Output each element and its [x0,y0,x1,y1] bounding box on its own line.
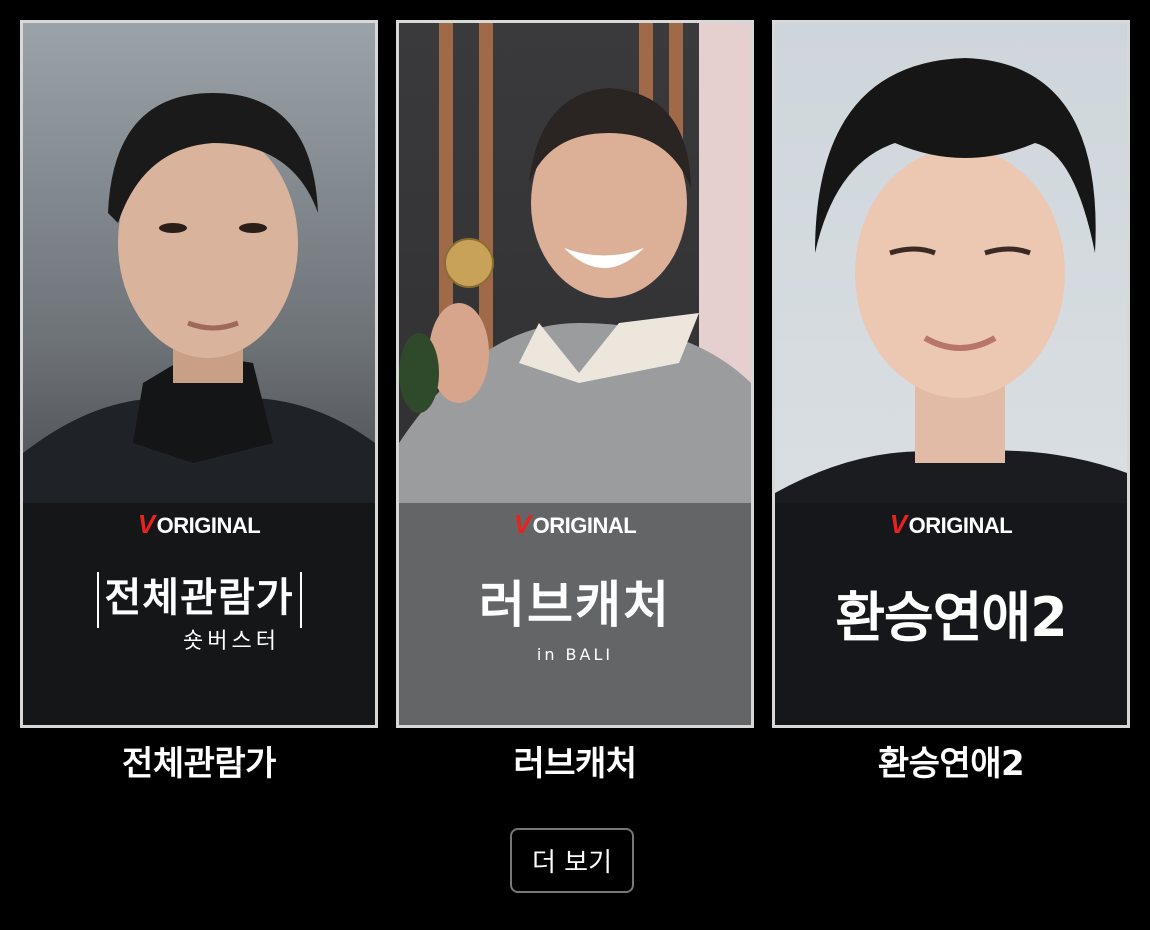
brand-v-icon: V [513,509,531,539]
program-logo: 환승연애2 [835,586,1067,649]
program-card-3[interactable]: VORIGINAL 환승연애2 환승연애2 [772,20,1130,784]
brand-v-icon: V [889,509,907,539]
program-title[interactable]: 러브캐처 [513,744,637,784]
poster-image[interactable]: VORIGINAL 전체관람가 숏버스터 [20,20,378,728]
original-badge: VORIGINAL [137,509,261,539]
program-title[interactable]: 환승연애2 [878,744,1025,784]
see-more-button[interactable]: 더 보기 [510,828,634,893]
program-grid: VORIGINAL 전체관람가 숏버스터 전체관람가 VORIGINAL 러브캐… [20,20,1130,784]
program-card-2[interactable]: VORIGINAL 러브캐처 in BALI 러브캐처 [396,20,754,784]
poster-image[interactable]: VORIGINAL 러브캐처 in BALI [396,20,754,728]
poster-image[interactable]: VORIGINAL 환승연애2 [772,20,1130,728]
program-card-1[interactable]: VORIGINAL 전체관람가 숏버스터 전체관람가 [20,20,378,784]
program-logo-subtitle: 숏버스터 [183,629,280,654]
program-logo: 러브캐처 [479,576,671,634]
original-badge: VORIGINAL [889,509,1013,539]
original-badge: VORIGINAL [513,509,637,539]
program-logo-subtitle: in BALI [536,645,614,664]
program-title[interactable]: 전체관람가 [122,744,276,784]
brand-v-icon: V [137,509,155,539]
program-logo: 전체관람가 [23,565,375,628]
